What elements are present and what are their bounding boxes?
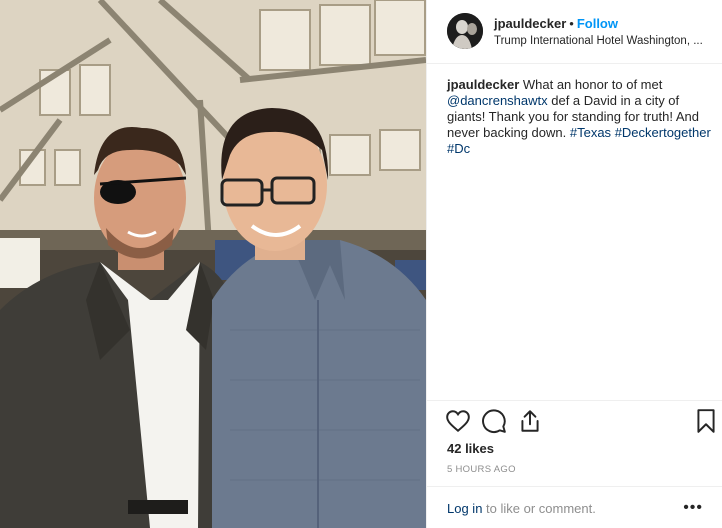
avatar[interactable] [447,13,483,49]
photo-illustration [0,0,426,528]
header-line: jpauldecker • Follow [494,16,714,32]
heart-icon[interactable] [445,408,471,434]
hashtag-deckertogether[interactable]: #Deckertogether [615,125,711,140]
login-suffix: to like or comment. [482,501,596,516]
username-link[interactable]: jpauldecker [494,16,566,31]
hashtag-texas[interactable]: #Texas [570,125,611,140]
login-prompt: Log in to like or comment. [447,501,596,517]
mention-link[interactable]: @dancrenshawtx [447,93,548,108]
post-caption: jpauldecker What an honor to of met @dan… [447,77,713,157]
action-icons [445,408,717,436]
instagram-post: jpauldecker • Follow Trump International H… [0,0,722,528]
avatar-image [447,13,483,49]
post-header: jpauldecker • Follow Trump International H… [427,0,722,64]
comment-icon[interactable] [481,408,507,434]
likes-count[interactable]: 42 likes [447,441,494,457]
separator-dot: • [569,16,574,31]
more-options-icon[interactable]: ••• [683,499,703,517]
comment-bar: Log in to like or comment. ••• [427,486,722,528]
post-sidebar: jpauldecker • Follow Trump International H… [426,0,722,528]
post-timestamp[interactable]: 5 HOURS AGO [447,464,516,476]
location-link[interactable]: Trump International Hotel Washington, ..… [494,33,704,49]
bookmark-icon[interactable] [693,408,719,434]
hashtag-dc[interactable]: #Dc [447,141,470,156]
header-text: jpauldecker • Follow Trump International H… [494,16,714,49]
caption-text-1: What an honor to of met [519,77,663,92]
share-icon[interactable] [517,408,543,434]
login-link[interactable]: Log in [447,501,482,516]
caption-username[interactable]: jpauldecker [447,77,519,92]
actions-divider [427,400,722,401]
post-photo[interactable] [0,0,426,528]
follow-button[interactable]: Follow [577,16,618,31]
